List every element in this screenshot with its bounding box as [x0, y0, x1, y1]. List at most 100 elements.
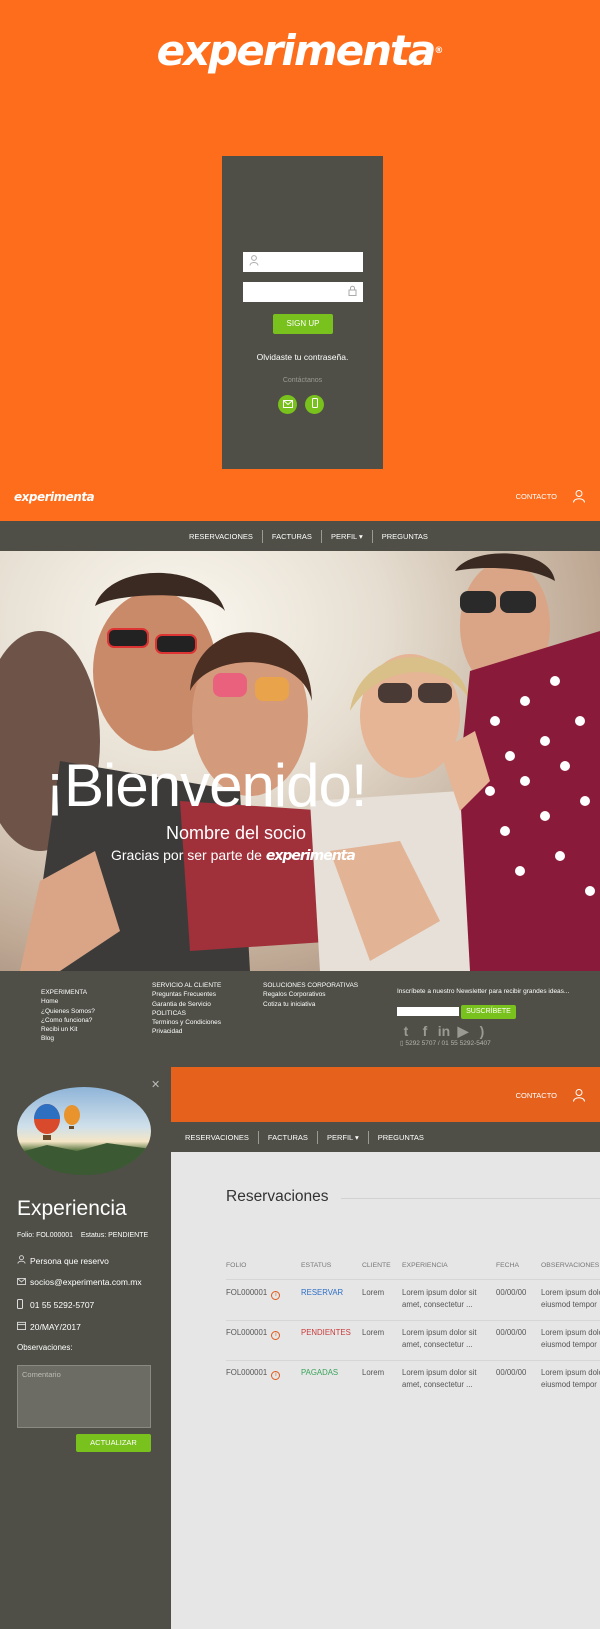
- dashboard-user-icon[interactable]: [572, 1088, 586, 1107]
- dashboard-nav: RESERVACIONES FACTURAS PERFIL ▾ PREGUNTA…: [171, 1122, 600, 1152]
- folio-cell: FOL000001 i: [226, 1287, 281, 1300]
- header-logo[interactable]: experimenta: [14, 490, 95, 504]
- youtube-icon[interactable]: ▶: [455, 1023, 471, 1040]
- forgot-password-link[interactable]: Olvidaste tu contraseña.: [222, 352, 383, 362]
- footer-link[interactable]: Preguntas Frecuentes: [152, 990, 221, 999]
- facebook-icon[interactable]: f: [417, 1023, 433, 1040]
- nav-perfil[interactable]: PERFIL ▾: [318, 1130, 369, 1144]
- col-cliente[interactable]: CLIENTE: [362, 1262, 391, 1269]
- social-links: t f in ▶ ): [398, 1023, 490, 1040]
- email-text[interactable]: socios@experimenta.com.mx: [30, 1277, 142, 1287]
- experience-line-1: Lorem ipsum dolor sit: [402, 1328, 477, 1337]
- footer: EXPERIMENTA Home ¿Quienes Somos? ¿Como f…: [0, 971, 600, 1067]
- experience-line-2: amet, consectetur ...: [402, 1340, 473, 1349]
- nav-preguntas[interactable]: PREGUNTAS: [373, 530, 437, 543]
- footer-link[interactable]: ¿Como funciona?: [41, 1016, 95, 1025]
- folio-cell: FOL000001 i: [226, 1367, 281, 1380]
- hero-thanks-text: Gracias por ser parte de: [111, 847, 262, 863]
- username-input[interactable]: [243, 252, 363, 272]
- client-cell: Lorem: [362, 1328, 385, 1337]
- date-cell: 00/00/00: [496, 1368, 527, 1377]
- hero-banner: ¡Bienvenido! Nombre del socio Gracias po…: [0, 551, 600, 971]
- observations-line-1: Lorem ipsum dolor: [541, 1288, 600, 1297]
- header-bar: experimenta CONTACTO: [0, 478, 600, 521]
- info-icon[interactable]: i: [271, 1331, 281, 1340]
- row-divider: [226, 1360, 600, 1361]
- signup-button[interactable]: SIGN UP: [273, 314, 333, 334]
- nav-perfil[interactable]: PERFIL ▾: [322, 529, 373, 543]
- person-text: Persona que reservo: [30, 1255, 109, 1266]
- footer-link[interactable]: Terminos y Condiciones: [152, 1018, 221, 1027]
- col-fecha[interactable]: FECHA: [496, 1262, 519, 1269]
- reservations-dashboard: CONTACTO RESERVACIONES FACTURAS PERFIL ▾…: [0, 1067, 600, 1629]
- nav-facturas[interactable]: FACTURAS: [259, 1130, 318, 1144]
- observations-label: Observaciones:: [17, 1343, 73, 1352]
- folio-text: FOL000001: [226, 1288, 268, 1297]
- panel-email: socios@experimenta.com.mx: [17, 1277, 142, 1287]
- folio-value: FOL000001: [36, 1232, 74, 1239]
- footer-col-servicio: SERVICIO AL CLIENTE Preguntas Frecuentes…: [152, 981, 221, 1037]
- experience-cell: Lorem ipsum dolor sit amet, consectetur .…: [402, 1287, 477, 1311]
- mail-icon[interactable]: [278, 395, 297, 414]
- col-observaciones[interactable]: OBSERVACIONES: [541, 1262, 599, 1269]
- footer-phones: ▯ 5292 5707 / 01 55 5292-5407: [400, 1040, 491, 1047]
- brand-logo[interactable]: experimenta®: [0, 26, 600, 75]
- col-folio[interactable]: FOLIO: [226, 1262, 246, 1269]
- nav-reservaciones[interactable]: RESERVACIONES: [176, 1130, 259, 1144]
- calendar-icon: [17, 1321, 30, 1332]
- password-input[interactable]: [243, 282, 363, 302]
- newsletter-text: Inscríbete a nuestro Newsletter para rec…: [397, 988, 570, 995]
- footer-link[interactable]: ¿Quienes Somos?: [41, 1007, 95, 1016]
- experience-line-2: amet, consectetur ...: [402, 1300, 473, 1309]
- date-cell: 00/00/00: [496, 1288, 527, 1297]
- panel-title: Experiencia: [17, 1197, 127, 1220]
- section-title: Reservaciones: [226, 1188, 329, 1205]
- footer-link[interactable]: Garantia de Servicio: [152, 1000, 221, 1009]
- date-cell: 00/00/00: [496, 1328, 527, 1337]
- footer-link[interactable]: Privacidad: [152, 1027, 221, 1036]
- footer-link[interactable]: Regalos Corporativos: [263, 990, 358, 999]
- twitter-icon[interactable]: t: [398, 1023, 414, 1040]
- registered-mark: ®: [434, 46, 444, 56]
- folio-label: Folio:: [17, 1232, 35, 1239]
- experience-line-1: Lorem ipsum dolor sit: [402, 1288, 477, 1297]
- lock-icon: [345, 285, 359, 299]
- panel-phone: 01 55 5292-5707: [17, 1299, 94, 1311]
- col-estatus[interactable]: ESTATUS: [301, 1262, 331, 1269]
- contact-link[interactable]: CONTACTO: [516, 492, 557, 501]
- nav-reservaciones[interactable]: RESERVACIONES: [180, 529, 263, 543]
- footer-link[interactable]: Cotiza tu iniciativa: [263, 1000, 358, 1009]
- update-button[interactable]: ACTUALIZAR: [76, 1434, 151, 1452]
- phone-text: 01 55 5292-5707: [30, 1300, 95, 1310]
- experience-line-1: Lorem ipsum dolor sit: [402, 1368, 477, 1377]
- nav-facturas[interactable]: FACTURAS: [263, 529, 322, 543]
- login-section: experimenta® SIGN UP Olvidaste tu contra…: [0, 0, 600, 521]
- phone-icon[interactable]: [305, 395, 324, 414]
- col-experiencia[interactable]: EXPERIENCIA: [402, 1262, 448, 1269]
- linkedin-icon[interactable]: in: [436, 1023, 452, 1040]
- nav-preguntas[interactable]: PREGUNTAS: [369, 1131, 433, 1144]
- footer-link[interactable]: Recibi un Kit: [41, 1025, 95, 1034]
- close-icon[interactable]: ✕: [151, 1078, 160, 1091]
- dashboard-contact-link[interactable]: CONTACTO: [516, 1091, 557, 1100]
- subscribe-button[interactable]: SUSCRÍBETE: [461, 1005, 516, 1019]
- comment-textarea[interactable]: Comentario: [17, 1365, 151, 1428]
- newsletter-email-input[interactable]: [397, 1007, 459, 1016]
- footer-link[interactable]: Home: [41, 997, 95, 1006]
- user-icon: [17, 1255, 30, 1266]
- status-cell: PENDIENTES: [301, 1328, 351, 1337]
- observations-line-2: eiusmod tempor: [541, 1380, 597, 1389]
- user-account-icon[interactable]: [572, 489, 586, 503]
- observations-line-1: Lorem ipsum dolor: [541, 1328, 600, 1337]
- info-icon[interactable]: i: [271, 1371, 281, 1380]
- rss-icon[interactable]: ): [474, 1023, 490, 1040]
- hero-title: ¡Bienvenido!: [45, 752, 368, 819]
- footer-heading: SERVICIO AL CLIENTE: [152, 982, 222, 989]
- hero-brand: experimenta: [265, 848, 356, 864]
- status-cell: PAGADAS: [301, 1368, 339, 1377]
- reservations-content: Reservaciones FOLIO ESTATUS CLIENTE EXPE…: [171, 1152, 600, 1629]
- date-text: 20/MAY/2017: [30, 1321, 81, 1332]
- footer-heading: SOLUCIONES CORPORATIVAS: [263, 982, 359, 989]
- info-icon[interactable]: i: [271, 1291, 281, 1300]
- footer-link[interactable]: Blog: [41, 1034, 95, 1043]
